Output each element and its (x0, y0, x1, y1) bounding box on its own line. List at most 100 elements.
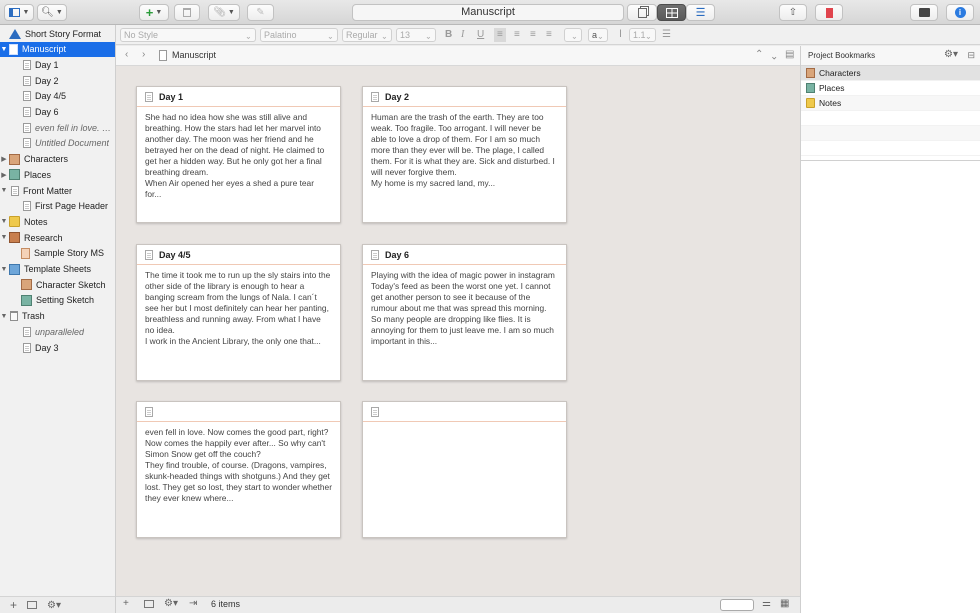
binder-item[interactable]: ▼ Template Sheets (0, 262, 115, 277)
index-card[interactable]: Day 4/5 The time it took me to run up the… (136, 244, 341, 381)
card-size-toggle[interactable] (720, 599, 754, 611)
binder-item[interactable]: Day 4/5 (0, 89, 115, 104)
close-icon[interactable]: ⊟ (967, 50, 975, 61)
italic-icon[interactable]: I (461, 28, 464, 42)
card-title[interactable]: Day 1 (159, 92, 183, 102)
view-outline-button[interactable]: ☰ (686, 4, 715, 21)
card-synopsis[interactable]: The time it took me to run up the sly st… (137, 265, 340, 377)
add-icon[interactable]: + (123, 598, 129, 609)
binder-item[interactable]: ▼ Research (0, 230, 115, 245)
corkboard-icon (665, 7, 678, 18)
back-arrow-icon[interactable]: ‹ (125, 49, 128, 60)
card-synopsis[interactable]: Playing with the idea of magic power in … (363, 265, 566, 377)
binder-item[interactable]: ▼ Manuscript (0, 41, 115, 57)
disclosure-triangle-icon[interactable]: ▼ (0, 46, 8, 53)
inspector-button[interactable]: i (946, 4, 974, 21)
index-card[interactable]: Day 6 Playing with the idea of magic powe… (362, 244, 567, 381)
underline-icon[interactable]: U (477, 28, 484, 42)
align-center-icon[interactable]: ≡ (514, 28, 520, 42)
disclosure-triangle-icon[interactable]: ▼ (0, 218, 8, 225)
size-select[interactable]: 13 (396, 28, 436, 42)
binder-item[interactable]: First Page Header (0, 199, 115, 214)
card-header: Day 6 (363, 245, 566, 265)
add-folder-icon[interactable] (27, 601, 38, 609)
binder-item[interactable]: ▶ Places (0, 167, 115, 182)
disclosure-triangle-icon[interactable]: ▶ (0, 171, 8, 179)
binder-item[interactable]: Day 2 (0, 73, 115, 88)
text-color-select[interactable] (564, 28, 582, 42)
disclosure-triangle-icon[interactable]: ▼ (0, 266, 8, 273)
binder-item[interactable]: Day 1 (0, 57, 115, 72)
binder-item[interactable]: ▼ Trash (0, 309, 115, 324)
window-title: Manuscript (352, 4, 624, 21)
bookmark-item[interactable]: Places (801, 81, 980, 96)
binder-item[interactable]: ▼ Front Matter (0, 183, 115, 198)
binder-item[interactable]: Day 6 (0, 105, 115, 120)
card-synopsis[interactable] (363, 422, 566, 534)
binder-toggle-button[interactable]: ▼ (4, 4, 34, 21)
view-corkboard-button[interactable] (657, 4, 686, 21)
gear-icon[interactable]: ⚙︎▾ (944, 49, 958, 60)
card-title[interactable]: Day 4/5 (159, 250, 191, 260)
split-icon[interactable]: ▤ (785, 49, 794, 60)
add-icon[interactable]: + (10, 598, 17, 612)
add-folder-icon[interactable] (144, 600, 154, 608)
paperclip-icon: 📎︎ (213, 7, 226, 18)
index-card[interactable]: Day 1 She had no idea how she was still a… (136, 86, 341, 223)
card-title[interactable]: Day 2 (385, 92, 409, 102)
align-right-icon[interactable]: ≡ (530, 28, 536, 42)
disclosure-triangle-icon[interactable]: ▼ (0, 187, 8, 194)
card-synopsis[interactable]: Human are the trash of the earth. They a… (363, 107, 566, 219)
index-card[interactable] (362, 401, 567, 538)
card-title[interactable]: Day 6 (385, 250, 409, 260)
grid-icon[interactable]: ▦ (780, 598, 789, 609)
export-icon[interactable]: ⇥ (189, 598, 197, 609)
bold-icon[interactable]: B (445, 28, 452, 42)
composition-mode-button[interactable] (910, 4, 938, 21)
binder-item[interactable]: ▼ Notes (0, 214, 115, 229)
bookmark-icon (825, 7, 833, 18)
binder-item[interactable]: Day 3 (0, 340, 115, 355)
style-select[interactable]: No Style (120, 28, 256, 42)
binder-item[interactable]: even fell in love. N... (0, 120, 115, 135)
card-synopsis[interactable]: even fell in love. Now comes the good pa… (137, 422, 340, 534)
disclosure-triangle-icon[interactable]: ▶ (0, 155, 8, 163)
highlight-select[interactable]: a (588, 28, 608, 42)
card-synopsis[interactable]: She had no idea how she was still alive … (137, 107, 340, 219)
trash-button[interactable] (174, 4, 200, 21)
attachment-button[interactable]: 📎︎ ▼ (208, 4, 240, 21)
binder-item[interactable]: Short Story Format (0, 26, 115, 41)
forward-arrow-icon[interactable]: › (142, 49, 145, 60)
index-card[interactable]: Day 2 Human are the trash of the earth. T… (362, 86, 567, 223)
add-button[interactable]: + ▼ (139, 4, 169, 21)
weight-select[interactable]: Regular (342, 28, 392, 42)
gear-icon[interactable]: ⚙︎▾ (47, 600, 61, 611)
align-left-icon[interactable]: ≡ (494, 28, 506, 42)
view-single-button[interactable] (627, 4, 657, 21)
binder-item[interactable]: Character Sketch (0, 277, 115, 292)
bookmark-item[interactable]: Notes (801, 96, 980, 111)
disclosure-triangle-icon[interactable]: ▼ (0, 234, 8, 241)
align-justify-icon[interactable]: ≡ (546, 28, 552, 42)
gear-icon[interactable]: ⚙︎▾ (164, 598, 178, 609)
chevron-down-icon[interactable]: ⌃ (770, 49, 778, 60)
bookmark-empty-row (801, 141, 980, 156)
search-button[interactable]: 🔍︎ ▼ (37, 4, 67, 21)
disclosure-triangle-icon[interactable]: ▼ (0, 313, 8, 320)
binder-item[interactable]: Setting Sketch (0, 293, 115, 308)
compose-button[interactable]: ✎ (247, 4, 274, 21)
line-spacing-select[interactable]: 1.1 (629, 28, 656, 42)
binder-item[interactable]: ▶ Characters (0, 152, 115, 167)
binder-item[interactable]: unparalleled (0, 324, 115, 339)
bookmark-empty-row (801, 126, 980, 141)
bookmark-item[interactable]: Characters (801, 66, 980, 81)
font-select[interactable]: Palatino (260, 28, 338, 42)
chevron-up-icon[interactable]: ⌃ (755, 49, 763, 60)
list-icon[interactable]: ☰ (662, 28, 671, 42)
settings-sliders-icon[interactable]: ⚌ (762, 598, 771, 609)
binder-item[interactable]: Sample Story MS (0, 246, 115, 261)
share-button[interactable]: ⇧ (779, 4, 807, 21)
binder-item[interactable]: Untitled Document (0, 136, 115, 151)
bookmark-button[interactable] (815, 4, 843, 21)
index-card[interactable]: even fell in love. Now comes the good pa… (136, 401, 341, 538)
